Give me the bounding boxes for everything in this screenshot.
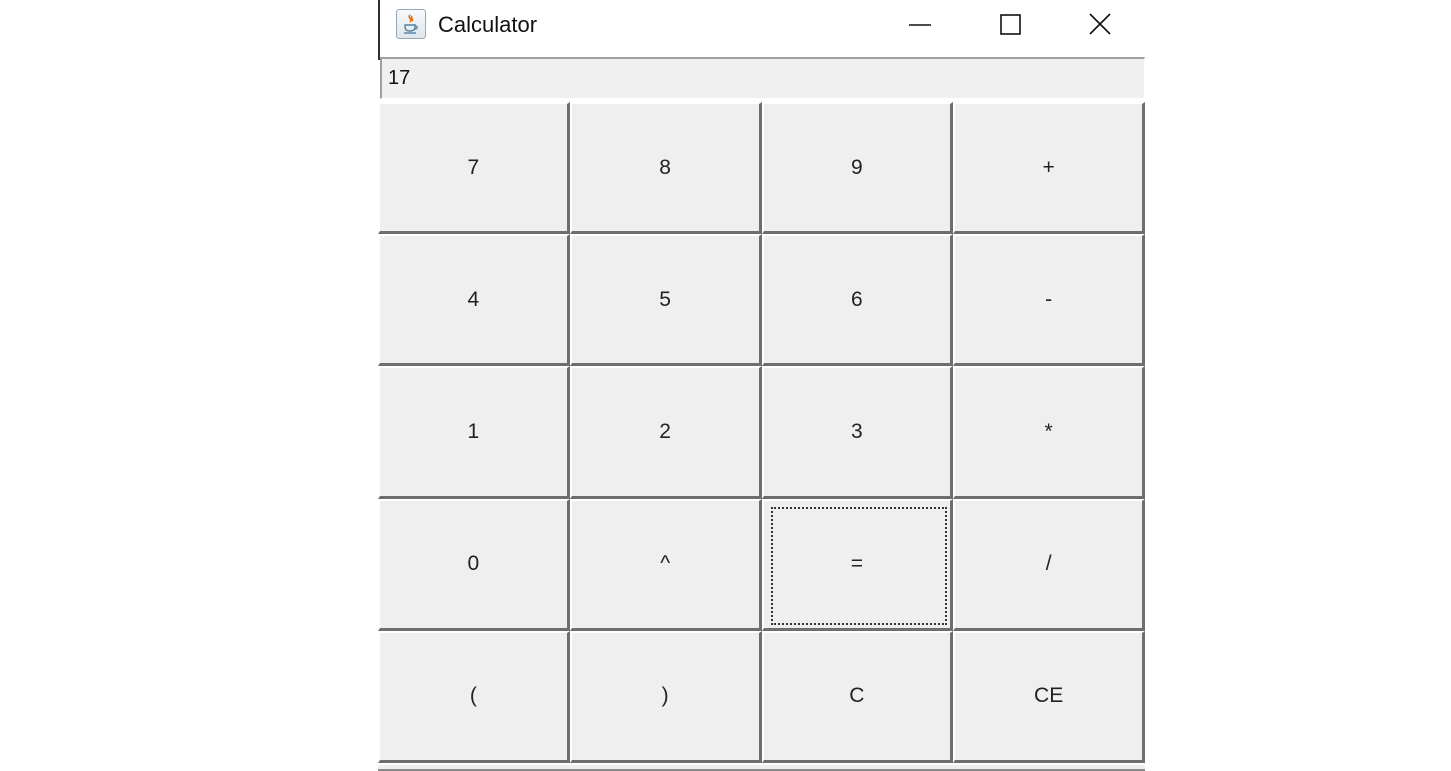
key-label: 0 <box>467 552 480 576</box>
maximize-button[interactable] <box>965 0 1055 50</box>
key-label: 8 <box>659 155 671 179</box>
key-4-button[interactable]: 4 <box>378 234 570 367</box>
close-button[interactable] <box>1055 0 1145 50</box>
title-bar[interactable]: Calculator <box>380 0 1145 50</box>
key-label: C <box>849 684 865 708</box>
minimize-button[interactable] <box>875 0 965 50</box>
key-label: 2 <box>659 419 671 443</box>
key-open-paren-button[interactable]: ( <box>378 630 570 763</box>
key-divide-button[interactable]: / <box>953 498 1145 631</box>
key-label: 3 <box>851 419 863 443</box>
key-2-button[interactable]: 2 <box>569 366 762 499</box>
key-label: + <box>1042 155 1055 179</box>
keypad: 7 8 9 +4 5 6 - 1 2 3 * 0 ^ = / () C CE <box>378 102 1145 763</box>
key-label: ^ <box>660 552 671 576</box>
key-label: 5 <box>659 287 671 311</box>
window-title: Calculator <box>438 12 538 37</box>
key-3-button[interactable]: 3 <box>761 366 954 499</box>
minimize-icon <box>909 24 931 26</box>
key-label: - <box>1045 287 1053 311</box>
key-8-button[interactable]: 8 <box>569 102 762 235</box>
window-bottom-border <box>378 763 1145 771</box>
key-label: 7 <box>467 155 480 179</box>
key-multiply-button[interactable]: * <box>953 366 1145 499</box>
key-label: 9 <box>851 155 863 179</box>
key-label: / <box>1045 552 1052 576</box>
key-label: = <box>850 552 863 576</box>
key-label: ( <box>469 684 477 708</box>
key-clear-button[interactable]: C <box>761 630 954 763</box>
calculator-window: Calculator 17 7 8 9 +4 5 6 - 1 2 3 * 0 ^ = / () C CE <box>378 0 1145 771</box>
key-clear-entry-button[interactable]: CE <box>953 630 1145 763</box>
key-label: 1 <box>467 419 480 443</box>
key-minus-button[interactable]: - <box>953 234 1145 367</box>
key-0-button[interactable]: 0 <box>378 498 570 631</box>
key-9-button[interactable]: 9 <box>761 102 954 235</box>
maximize-icon <box>1000 14 1021 35</box>
key-label: * <box>1044 419 1053 443</box>
key-close-paren-button[interactable]: ) <box>569 630 762 763</box>
key-power-button[interactable]: ^ <box>569 498 762 631</box>
key-label: 6 <box>851 287 863 311</box>
java-cup-icon[interactable] <box>396 9 426 39</box>
key-plus-button[interactable]: + <box>953 102 1145 235</box>
key-label: CE <box>1034 684 1064 708</box>
key-5-button[interactable]: 5 <box>569 234 762 367</box>
key-1-button[interactable]: 1 <box>378 366 570 499</box>
key-label: ) <box>661 684 669 708</box>
key-7-button[interactable]: 7 <box>378 102 570 235</box>
display-field[interactable]: 17 <box>380 57 1145 99</box>
close-icon <box>1089 13 1111 35</box>
key-equals-button[interactable]: = <box>761 498 954 631</box>
key-label: 4 <box>467 287 480 311</box>
key-6-button[interactable]: 6 <box>761 234 954 367</box>
